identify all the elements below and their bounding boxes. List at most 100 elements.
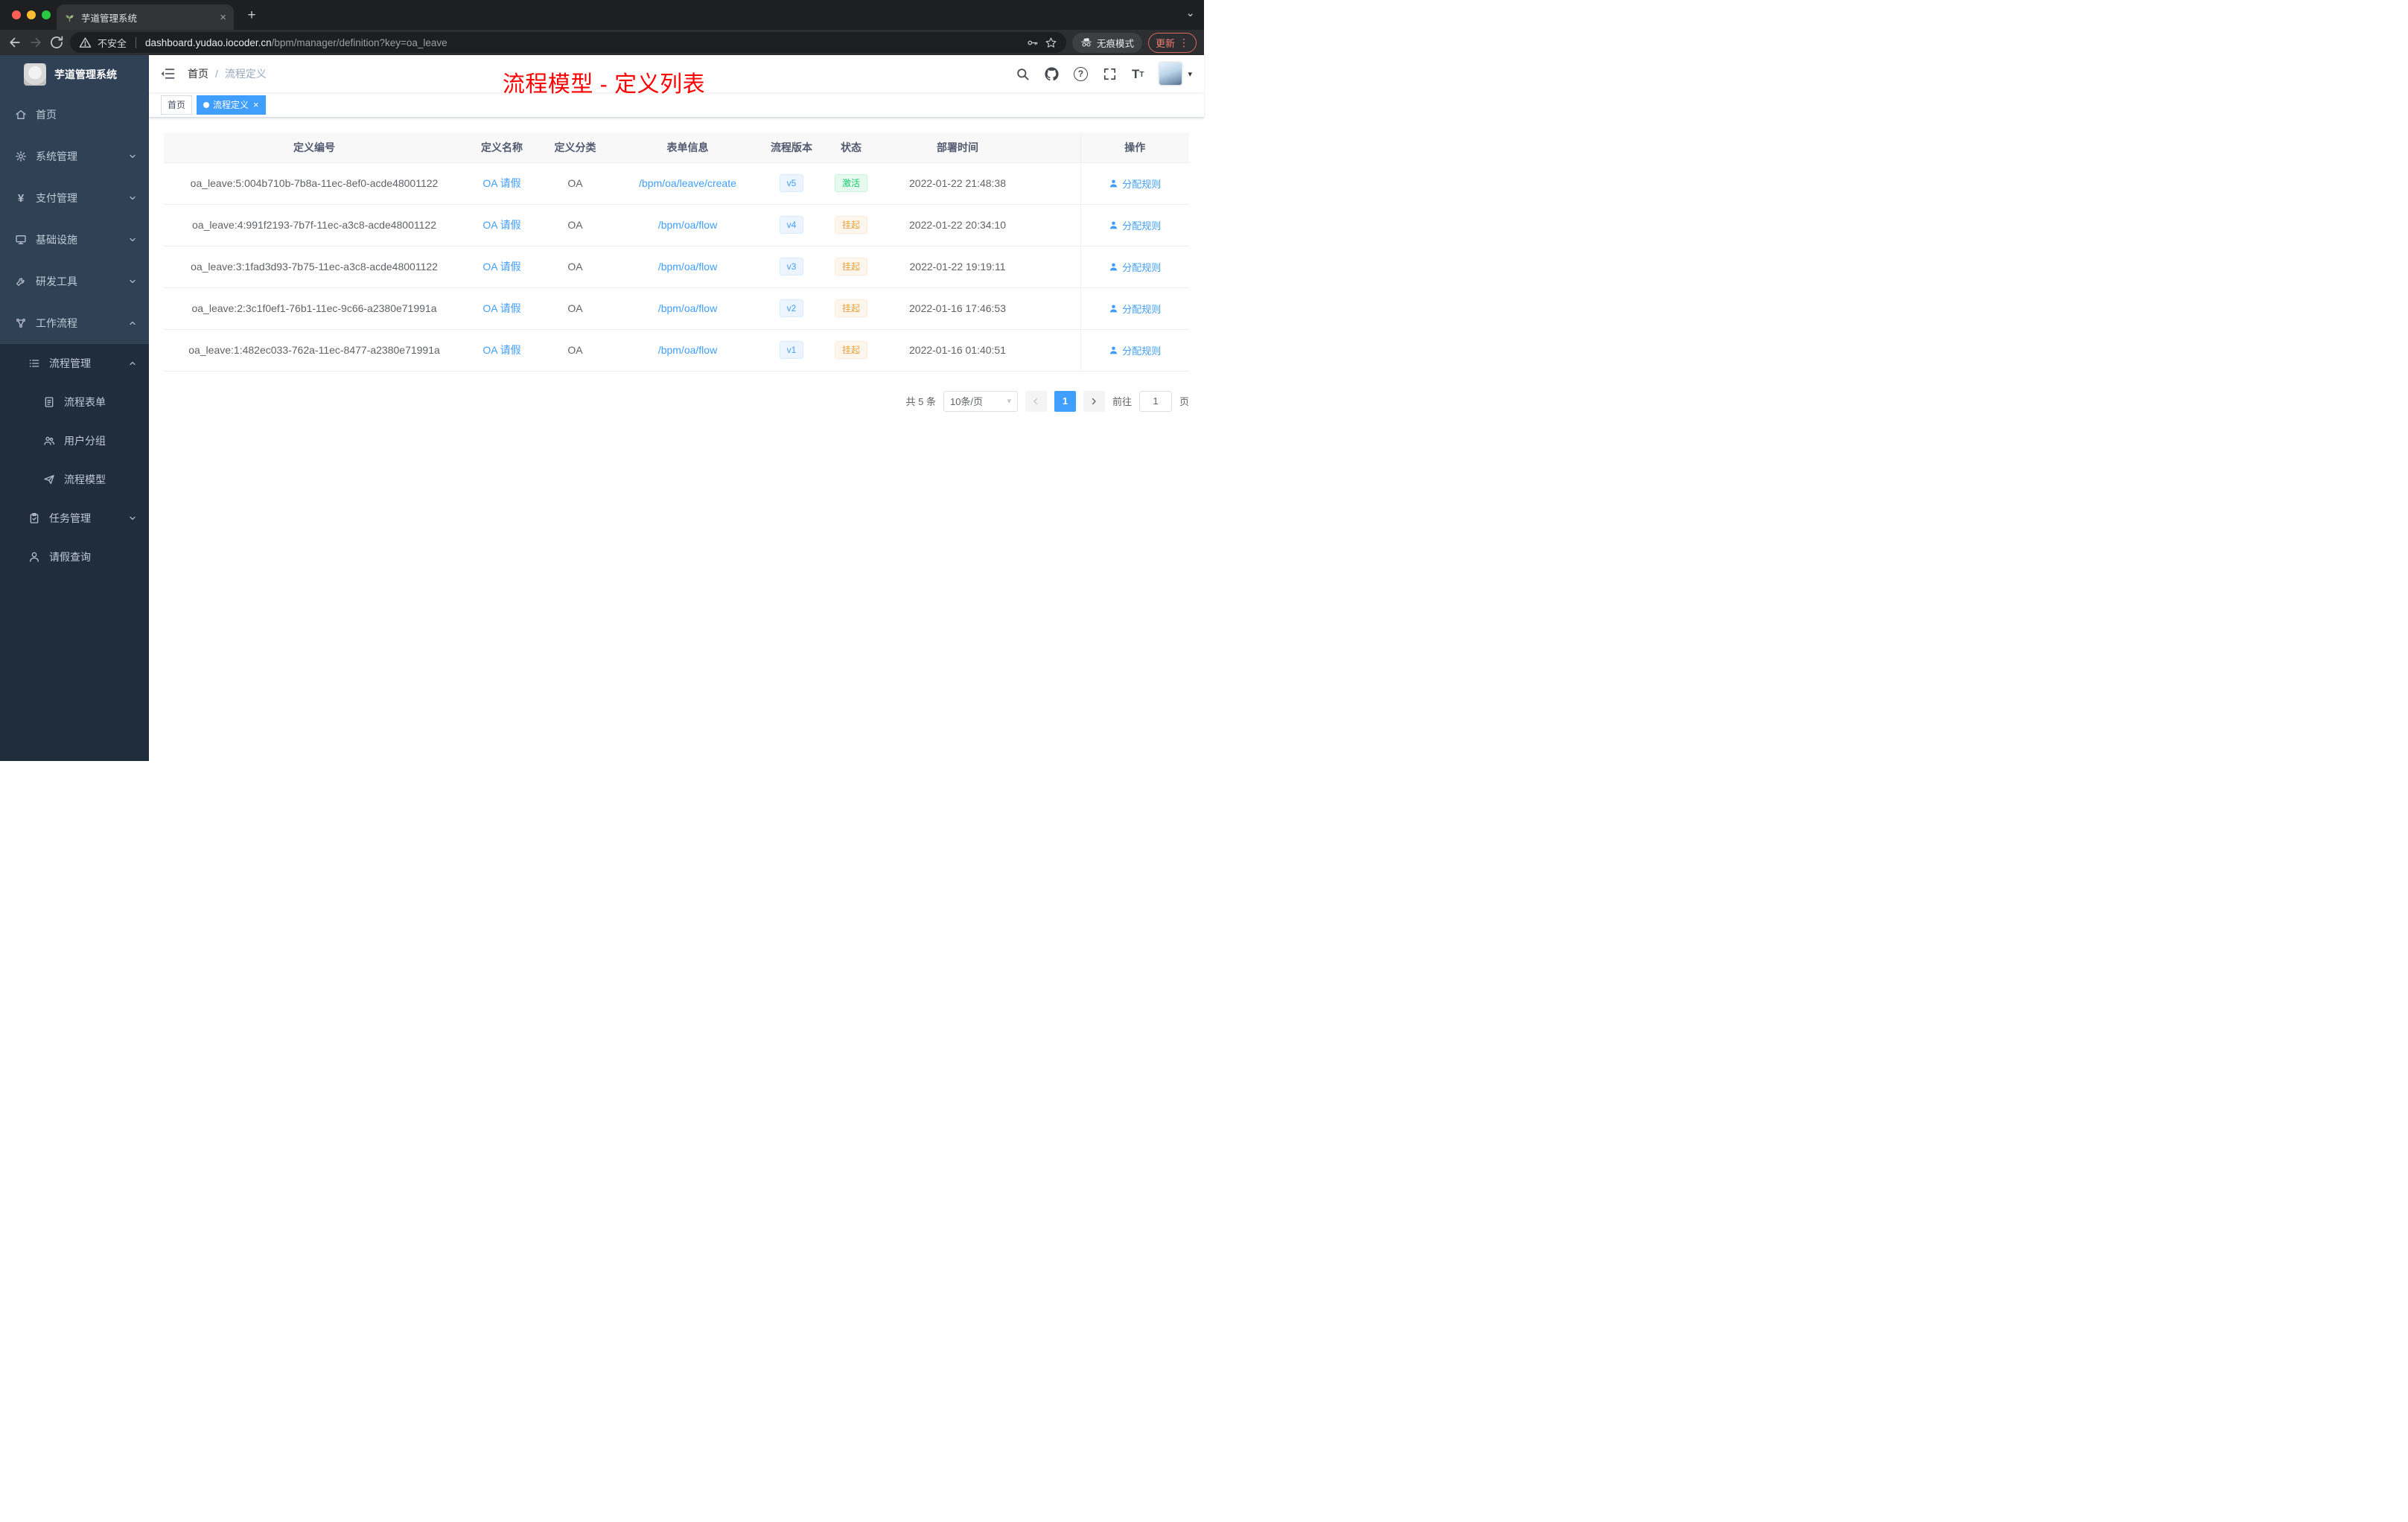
reload-button[interactable] <box>49 35 64 50</box>
forward-button[interactable] <box>28 35 43 50</box>
page-number-button[interactable]: 1 <box>1054 390 1076 412</box>
browser-menu-icon[interactable]: ⋮ <box>1179 36 1189 49</box>
assign-rule-label: 分配规则 <box>1122 303 1162 315</box>
window-minimize-button[interactable] <box>27 10 36 19</box>
yen-icon: ¥ <box>17 191 25 205</box>
back-button[interactable] <box>7 35 22 50</box>
goto-page-input[interactable] <box>1138 390 1172 412</box>
tag-close-icon[interactable]: × <box>253 100 259 109</box>
sidebar-item-process-model[interactable]: 流程模型 <box>0 460 149 499</box>
form-info-link[interactable]: /bpm/oa/flow <box>658 261 717 273</box>
sidebar-item-process-form[interactable]: 流程表单 <box>0 383 149 421</box>
fullscreen-icon[interactable] <box>1103 67 1117 81</box>
sidebar-item-label: 请假查询 <box>49 551 91 563</box>
address-bar[interactable]: 不安全 dashboard.yudao.iocoder.cn/bpm/manag… <box>70 32 1066 53</box>
search-icon[interactable] <box>1016 67 1030 81</box>
sidebar-item-label: 系统管理 <box>36 150 77 162</box>
person-icon <box>1110 305 1118 312</box>
app-shell: 芋道管理系统 首页 系统管理 ¥ 支付管理 基础设施 研发工具 工作流程 流程管… <box>0 55 1204 761</box>
assign-rule-link[interactable]: 分配规则 <box>1109 176 1161 191</box>
definition-name-link[interactable]: OA 请假 <box>482 177 520 189</box>
definition-category: OA <box>539 162 611 205</box>
help-icon[interactable]: ? <box>1073 66 1088 81</box>
paper-plane-icon <box>44 475 54 484</box>
brand-title: 芋道管理系统 <box>54 69 117 80</box>
user-menu[interactable]: ▾ <box>1159 62 1192 86</box>
tab-search-chevron-icon[interactable]: ⌄ <box>1185 6 1195 19</box>
definition-name-link[interactable]: OA 请假 <box>482 261 520 273</box>
prev-page-button[interactable] <box>1025 390 1047 412</box>
page-size-select[interactable]: 10条/页 ▾ <box>943 390 1018 412</box>
sidebar-item-label: 基础设施 <box>36 234 77 246</box>
form-info-link[interactable]: /bpm/oa/leave/create <box>639 177 736 189</box>
new-tab-button[interactable]: + <box>243 7 261 25</box>
bookmark-star-icon[interactable] <box>1045 36 1057 49</box>
spacer-cell <box>1032 162 1080 205</box>
tag-home[interactable]: 首页 <box>161 95 193 115</box>
window-zoom-button[interactable] <box>42 10 51 19</box>
chevron-down-icon <box>130 279 136 284</box>
password-key-icon[interactable] <box>1026 36 1039 49</box>
tab-close-icon[interactable]: × <box>220 11 226 24</box>
sidebar-item-infrastructure[interactable]: 基础设施 <box>0 219 149 261</box>
sidebar-item-task-mgmt[interactable]: 任务管理 <box>0 499 149 538</box>
window-close-button[interactable] <box>12 10 21 19</box>
security-label[interactable]: 不安全 <box>98 36 127 50</box>
spacer-cell <box>1032 246 1080 288</box>
home-icon <box>16 110 26 119</box>
person-icon <box>1110 221 1118 229</box>
assign-rule-label: 分配规则 <box>1122 220 1162 232</box>
chevron-down-icon <box>130 516 136 520</box>
user-group-icon <box>44 436 54 445</box>
goto-unit: 页 <box>1179 396 1189 407</box>
breadcrumb-home[interactable]: 首页 <box>188 66 208 81</box>
column-header-action: 操作 <box>1080 133 1189 163</box>
sidebar-item-devtools[interactable]: 研发工具 <box>0 261 149 302</box>
assign-rule-link[interactable]: 分配规则 <box>1109 218 1161 232</box>
column-header-id: 定义编号 <box>164 133 465 163</box>
tag-process-definition[interactable]: 流程定义 × <box>197 95 266 115</box>
next-page-button[interactable] <box>1083 390 1105 412</box>
deploy-time: 2022-01-22 19:19:11 <box>883 246 1032 288</box>
form-info-link[interactable]: /bpm/oa/flow <box>658 302 717 314</box>
form-info-link[interactable]: /bpm/oa/flow <box>658 344 717 356</box>
tools-icon <box>16 278 25 286</box>
font-size-icon[interactable]: TT <box>1132 68 1144 80</box>
sidebar-item-leave-query[interactable]: 请假查询 <box>0 538 149 576</box>
sidebar-item-process-mgmt[interactable]: 流程管理 <box>0 344 149 383</box>
avatar[interactable] <box>1159 62 1183 86</box>
deploy-time: 2022-01-16 01:40:51 <box>883 329 1032 372</box>
sidebar-item-payment[interactable]: ¥ 支付管理 <box>0 177 149 219</box>
version-badge: v4 <box>779 216 804 234</box>
chevron-up-icon <box>130 321 136 325</box>
form-info-link[interactable]: /bpm/oa/flow <box>658 219 717 231</box>
github-icon[interactable] <box>1045 66 1059 81</box>
brand-header: 芋道管理系统 <box>0 55 149 94</box>
assign-rule-link[interactable]: 分配规则 <box>1109 260 1161 274</box>
sidebar-item-user-group[interactable]: 用户分组 <box>0 421 149 460</box>
chevron-down-icon <box>130 154 136 159</box>
window-controls <box>12 10 51 19</box>
assign-rule-link[interactable]: 分配规则 <box>1109 302 1161 316</box>
sidebar-item-workflow[interactable]: 工作流程 <box>0 302 149 344</box>
sidebar-collapse-icon[interactable] <box>161 66 176 81</box>
browser-tab[interactable]: 芋道管理系统 × <box>57 4 234 30</box>
sidebar-item-label: 流程管理 <box>49 357 91 369</box>
status-badge: 挂起 <box>834 216 867 234</box>
browser-update-button[interactable]: 更新 ⋮ <box>1147 32 1197 53</box>
definition-name-link[interactable]: OA 请假 <box>482 219 520 231</box>
definition-category: OA <box>539 329 611 372</box>
definition-name-link[interactable]: OA 请假 <box>482 302 520 314</box>
brand-avatar <box>24 63 46 86</box>
sidebar-item-label: 工作流程 <box>36 317 77 329</box>
sidebar-item-system[interactable]: 系统管理 <box>0 136 149 177</box>
chevron-up-icon <box>130 361 136 366</box>
table-row: oa_leave:2:3c1f0ef1-76b1-11ec-9c66-a2380… <box>164 287 1189 330</box>
chevron-right-icon <box>1092 398 1097 404</box>
definition-name-link[interactable]: OA 请假 <box>482 344 520 356</box>
spacer-cell <box>1032 204 1080 246</box>
assign-rule-link[interactable]: 分配规则 <box>1109 343 1161 357</box>
clipboard-icon <box>30 513 39 523</box>
sidebar-item-home[interactable]: 首页 <box>0 94 149 136</box>
status-badge: 挂起 <box>834 258 867 276</box>
